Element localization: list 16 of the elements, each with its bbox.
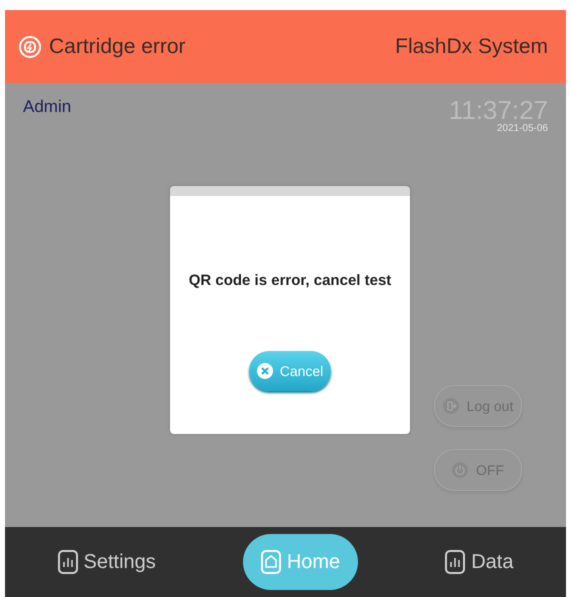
bar-chart-icon: [58, 550, 78, 574]
status-title: Cartridge error: [49, 34, 186, 58]
bar-chart-icon: [445, 550, 466, 574]
nav-tab[interactable]: Settings: [40, 534, 174, 590]
system-name: FlashDx System: [395, 34, 548, 58]
nav-tab[interactable]: Home: [242, 534, 358, 590]
logout-icon: [442, 398, 459, 414]
cancel-button[interactable]: Cancel: [249, 351, 331, 391]
home-icon: [260, 550, 281, 574]
close-icon: [256, 363, 273, 379]
clock-date: 2021-05-06: [496, 123, 548, 134]
power-icon: [452, 462, 468, 478]
user-name: Admin: [23, 97, 72, 118]
dialog-message: QR code is error, cancel test: [188, 272, 392, 289]
nav-tab[interactable]: Data: [427, 534, 532, 590]
lightning-badge-icon: [19, 36, 41, 58]
